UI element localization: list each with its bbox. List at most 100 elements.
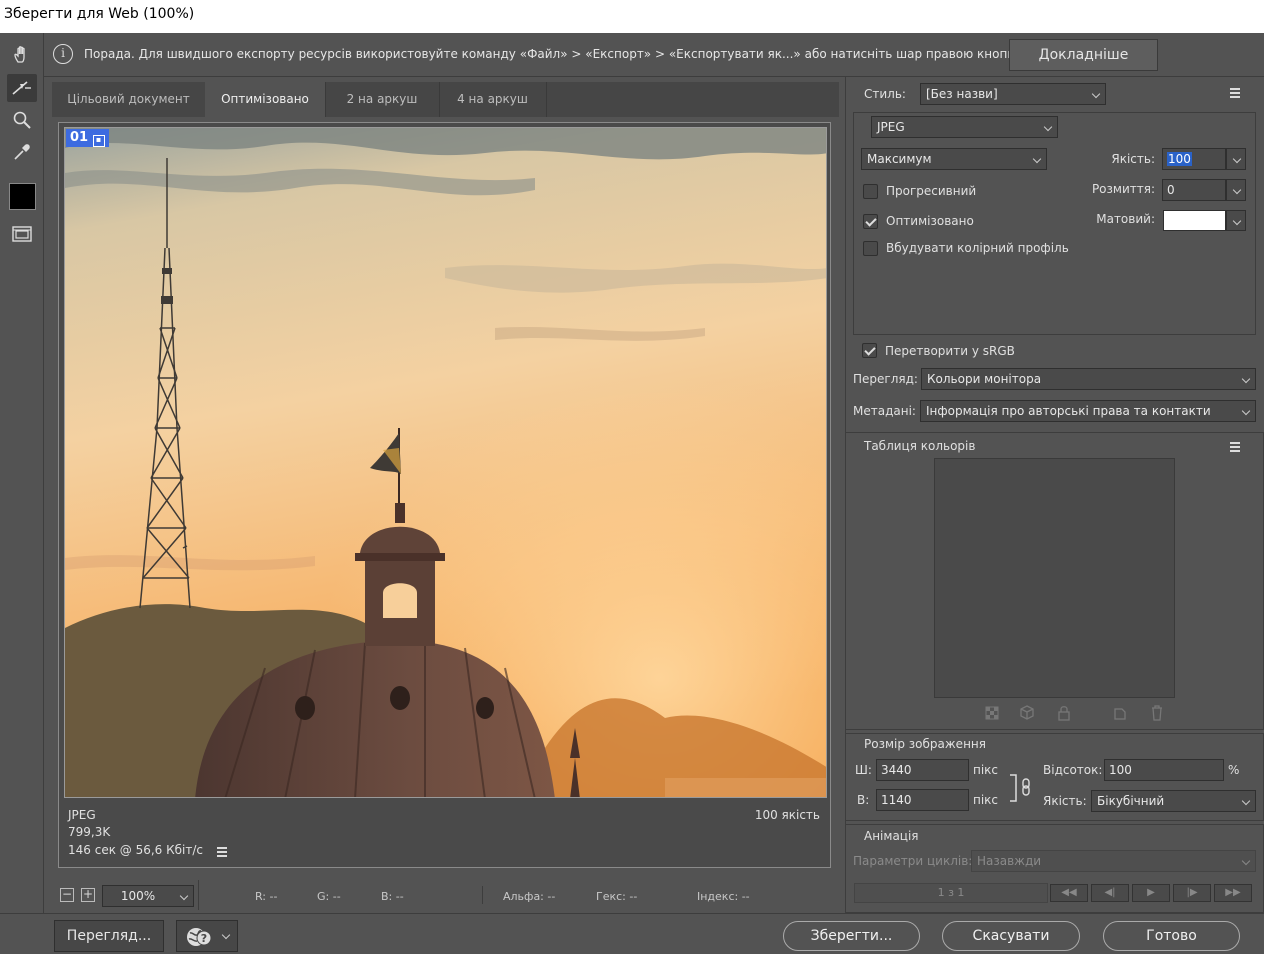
- output-quality-label: 100 якість: [754, 808, 820, 822]
- zoom-in-button[interactable]: +: [81, 888, 95, 902]
- matte-color-swatch[interactable]: [1163, 210, 1226, 231]
- save-button[interactable]: Зберегти...: [783, 921, 920, 951]
- loop-options-select[interactable]: Назавжди: [971, 850, 1256, 872]
- zoom-tool-button[interactable]: [7, 106, 37, 134]
- preview-colors-value: Кольори монітора: [927, 372, 1042, 386]
- compression-quality-select[interactable]: Максимум: [861, 148, 1047, 170]
- style-preset-value: [Без назви]: [926, 87, 998, 101]
- slice-number-badge: 01 ▪: [66, 129, 109, 147]
- quality-label: Якість:: [1111, 152, 1155, 166]
- chevron-down-icon: [179, 891, 189, 901]
- preview-in-browser-button[interactable]: Перегляд...: [54, 920, 164, 952]
- tip-bar: i Порада. Для швидшого експорту ресурсів…: [44, 33, 1264, 77]
- color-table-menu-icon[interactable]: [1226, 442, 1240, 452]
- height-label: В:: [857, 793, 870, 807]
- matte-select-toggle[interactable]: [1226, 210, 1246, 231]
- window-title: Зберегти для Web (100%): [0, 0, 1264, 33]
- tab-4-up[interactable]: 4 на аркуш: [439, 82, 547, 117]
- percent-input[interactable]: 100: [1104, 759, 1224, 781]
- chevron-down-icon: [1032, 154, 1042, 164]
- zoom-out-button[interactable]: −: [60, 888, 74, 902]
- optimized-checkbox[interactable]: [863, 214, 878, 229]
- width-label: Ш:: [855, 763, 872, 777]
- color-table-grid[interactable]: [934, 458, 1175, 698]
- download-time: 146 сек @ 56,6 Кбіт/с: [68, 843, 203, 857]
- compression-quality-value: Максимум: [867, 152, 932, 166]
- new-color-icon[interactable]: [1113, 705, 1127, 721]
- slice-select-tool-button[interactable]: [7, 74, 37, 102]
- sunset-city-image: [65, 128, 826, 797]
- preview-image[interactable]: [64, 127, 827, 798]
- next-frame-button[interactable]: |▶: [1173, 884, 1211, 902]
- svg-text:?: ?: [201, 932, 207, 945]
- chevron-down-icon: [1091, 89, 1101, 99]
- loop-options-value: Назавжди: [977, 854, 1042, 868]
- zoom-level-select[interactable]: 100%: [102, 885, 194, 907]
- image-size-title: Розмір зображення: [864, 737, 986, 751]
- zoom-level-value: 100%: [120, 889, 156, 903]
- quality-slider-toggle[interactable]: [1226, 148, 1246, 170]
- file-format-select[interactable]: JPEG: [871, 116, 1058, 138]
- blur-input[interactable]: 0: [1162, 179, 1226, 201]
- eyedropper-color-swatch[interactable]: [9, 183, 36, 210]
- height-input[interactable]: 1140: [876, 789, 969, 811]
- cancel-button[interactable]: Скасувати: [942, 921, 1080, 951]
- info-icon: i: [53, 44, 73, 64]
- chevron-down-icon: [1232, 154, 1242, 164]
- red-value: R: --: [255, 890, 278, 903]
- previous-frame-button[interactable]: ◀|: [1091, 884, 1129, 902]
- eyedropper-tool-button[interactable]: [7, 138, 37, 166]
- color-table-title: Таблиця кольорів: [864, 439, 976, 453]
- preview-colors-select[interactable]: Кольори монітора: [921, 368, 1256, 390]
- chevron-down-icon: [1241, 796, 1251, 806]
- learn-more-button[interactable]: Докладніше: [1009, 39, 1158, 71]
- constrain-proportions-link-icon[interactable]: [1009, 773, 1033, 803]
- resample-quality-select[interactable]: Бікубічний: [1091, 790, 1256, 812]
- green-value: G: --: [317, 890, 341, 903]
- delete-color-icon[interactable]: [1150, 705, 1164, 721]
- alpha-value: Альфа: --: [503, 890, 556, 903]
- width-input[interactable]: 3440: [876, 759, 969, 781]
- loop-options-label: Параметри циклів:: [853, 854, 973, 868]
- height-unit: пікс: [973, 793, 999, 807]
- embed-color-profile-label: Вбудувати колірний профіль: [886, 241, 1069, 255]
- progressive-checkbox[interactable]: [863, 184, 878, 199]
- animation-title: Анімація: [864, 829, 919, 843]
- web-snap-cube-icon[interactable]: [1020, 705, 1034, 721]
- chevron-down-icon: [1232, 185, 1242, 195]
- status-divider: [198, 880, 199, 910]
- tab-2-up[interactable]: 2 на аркуш: [325, 82, 440, 117]
- embed-color-profile-checkbox[interactable]: [863, 241, 878, 256]
- first-frame-button[interactable]: ◀◀: [1050, 884, 1088, 902]
- hand-tool-button[interactable]: [7, 41, 37, 69]
- chevron-down-icon: [1241, 374, 1251, 384]
- file-format-value: JPEG: [877, 120, 905, 134]
- slice-number: 01: [70, 130, 89, 145]
- slice-select-icon: [12, 81, 31, 95]
- zoom-icon: [13, 111, 31, 129]
- tip-text: Порада. Для швидшого експорту ресурсів в…: [84, 47, 1071, 61]
- blur-slider-toggle[interactable]: [1226, 179, 1246, 201]
- tab-optimized[interactable]: Оптимізовано: [205, 82, 326, 117]
- progressive-label: Прогресивний: [886, 184, 977, 198]
- blur-label: Розмиття:: [1091, 182, 1155, 196]
- lock-color-icon[interactable]: [1057, 705, 1071, 721]
- done-button[interactable]: Готово: [1103, 921, 1240, 951]
- quality-input[interactable]: 100: [1162, 148, 1226, 170]
- toggle-slices-button[interactable]: [7, 220, 37, 248]
- metadata-select[interactable]: Інформація про авторські права та контак…: [920, 400, 1256, 422]
- style-preset-select[interactable]: [Без назви]: [920, 83, 1106, 105]
- settings-menu-icon[interactable]: [1226, 88, 1240, 98]
- slice-image-icon: ▪: [92, 135, 105, 147]
- metadata-label: Метадані:: [853, 404, 916, 418]
- tab-original[interactable]: Цільовий документ: [52, 82, 206, 117]
- browser-select-button[interactable]: ?: [176, 920, 238, 952]
- style-label: Стиль:: [864, 87, 906, 101]
- play-button[interactable]: ▶: [1132, 884, 1170, 902]
- browser-globe-icon: ?: [187, 928, 212, 946]
- last-frame-button[interactable]: ▶▶: [1214, 884, 1252, 902]
- download-speed-menu-icon[interactable]: [213, 847, 227, 857]
- convert-srgb-checkbox[interactable]: [862, 343, 877, 358]
- optimized-label: Оптимізовано: [886, 214, 974, 228]
- map-transparent-icon[interactable]: [985, 706, 999, 720]
